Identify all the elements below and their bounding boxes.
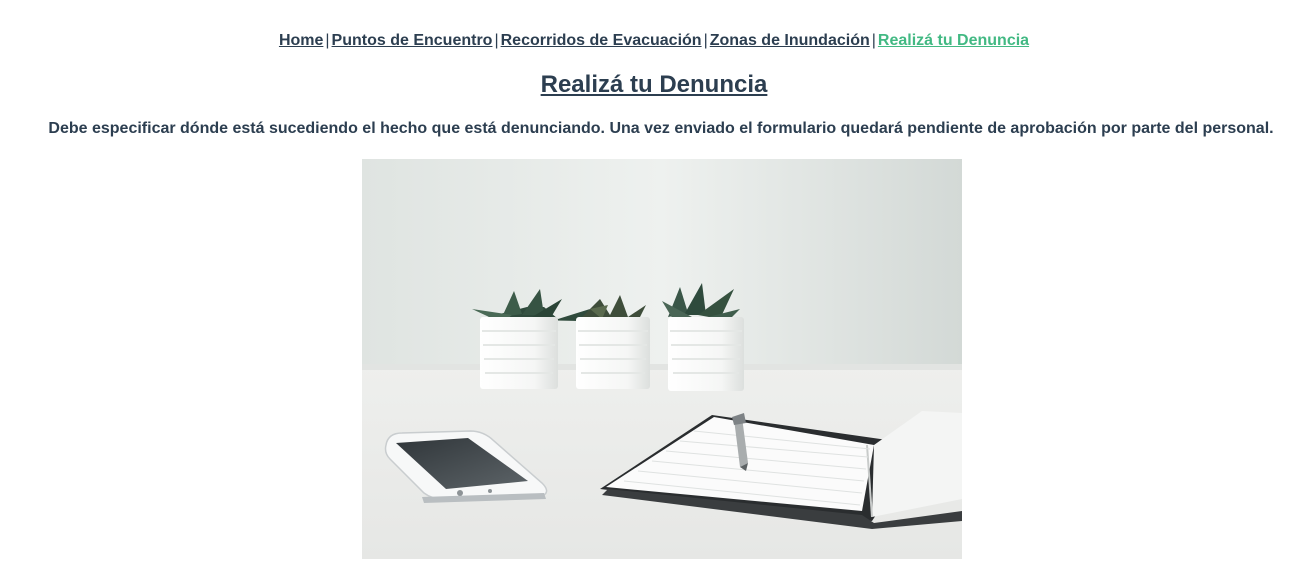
nav-link-home[interactable]: Home (279, 32, 323, 49)
nav-separator: | (494, 32, 499, 49)
nav-separator: | (703, 32, 708, 49)
page: Home | Puntos de Encuentro | Recorridos de E… (0, 0, 1308, 574)
page-description: Debe especificar dónde está sucediendo e… (48, 120, 1274, 137)
page-title: Realizá tu Denuncia (540, 71, 768, 98)
main-nav: Home | Puntos de Encuentro | Recorridos de E… (0, 30, 1308, 52)
desk-scene-illustration (362, 159, 962, 559)
nav-link-puntos-de-encuentro[interactable]: Puntos de Encuentro (332, 32, 493, 49)
nav-link-recorridos-de-evacuacion[interactable]: Recorridos de Evacuación (501, 32, 702, 49)
nav-separator: | (325, 32, 330, 49)
hero-photo (362, 159, 962, 559)
nav-link-realiza-tu-denuncia[interactable]: Realizá tu Denuncia (878, 32, 1029, 49)
nav-separator: | (871, 32, 876, 49)
nav-link-zonas-de-inundacion[interactable]: Zonas de Inundación (710, 32, 870, 49)
